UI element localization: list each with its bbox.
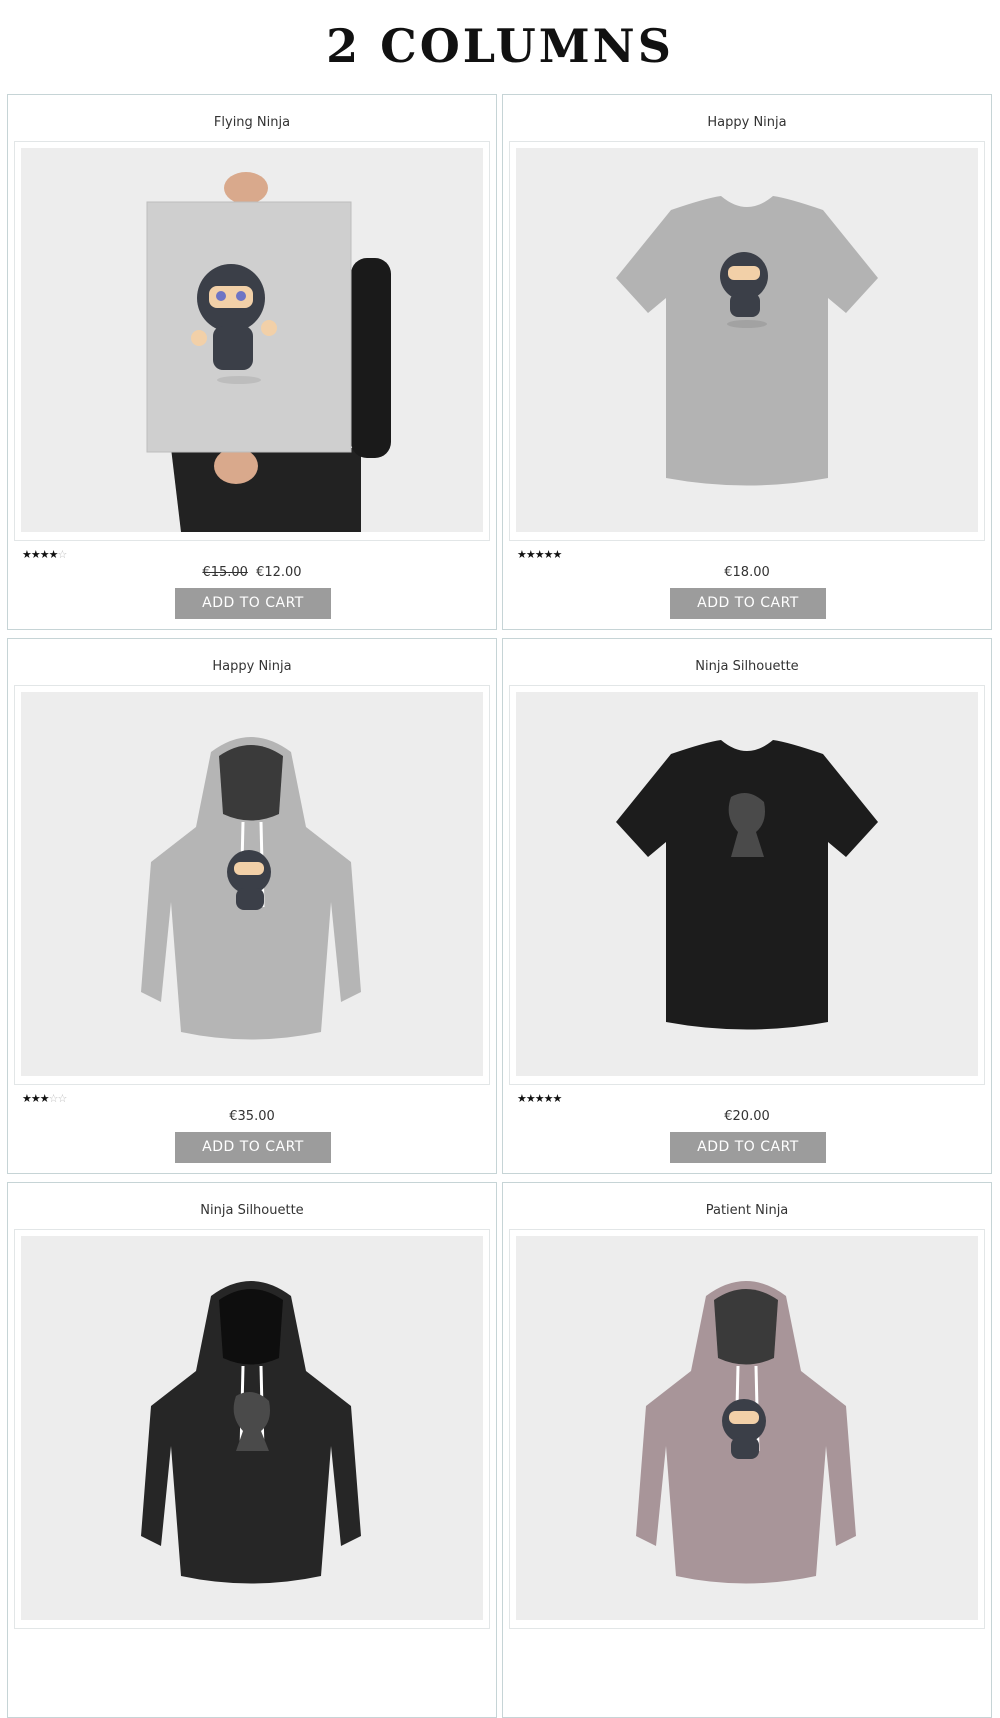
star-outline-icon: ☆: [57, 549, 68, 561]
star-icon: ★: [543, 549, 554, 561]
hoodie-image: [21, 692, 483, 1076]
product-title[interactable]: Happy Ninja: [503, 115, 991, 130]
star-icon: ★: [534, 549, 545, 561]
product-image[interactable]: [21, 1236, 483, 1620]
old-price: €15.00: [202, 565, 248, 580]
star-icon: ★: [30, 1093, 41, 1105]
star-icon: ★: [22, 549, 32, 561]
star-icon: ★: [552, 1093, 563, 1105]
product-card: Patient Ninja: [502, 1182, 992, 1718]
star-outline-icon: ☆: [48, 1093, 59, 1105]
product-image-frame[interactable]: [509, 1229, 985, 1629]
star-icon: ★: [534, 1093, 545, 1105]
product-price: €20.00: [503, 1109, 991, 1124]
product-card: Flying Ninja ★★★★☆ €15.00 €12.00 ADD TO …: [7, 94, 497, 630]
product-price: €18.00: [503, 565, 991, 580]
add-to-cart-button[interactable]: ADD TO CART: [175, 588, 331, 619]
hoodie-image: [21, 1236, 483, 1620]
hoodie-image: [516, 1236, 978, 1620]
product-image-frame[interactable]: [14, 1229, 490, 1629]
product-price: €35.00: [8, 1109, 496, 1124]
tshirt-image: [516, 148, 978, 532]
page-title: 2 COLUMNS: [326, 19, 674, 73]
current-price: €18.00: [724, 565, 770, 580]
star-icon: ★: [39, 1093, 50, 1105]
current-price: €20.00: [724, 1109, 770, 1124]
star-icon: ★: [48, 549, 59, 561]
add-to-cart-button[interactable]: ADD TO CART: [175, 1132, 331, 1163]
product-card: Ninja Silhouette: [7, 1182, 497, 1718]
tshirt-image: [516, 692, 978, 1076]
rating-stars: ★★★☆☆: [22, 1092, 68, 1106]
star-icon: ★: [30, 549, 41, 561]
rating-stars: ★★★★★: [517, 1092, 563, 1106]
star-icon: ★: [525, 1093, 536, 1105]
add-to-cart-button[interactable]: ADD TO CART: [670, 588, 826, 619]
star-icon: ★: [543, 1093, 554, 1105]
product-card: Ninja Silhouette ★★★★★ €20.00 ADD TO CAR…: [502, 638, 992, 1174]
star-icon: ★: [552, 549, 563, 561]
product-image-frame[interactable]: [509, 685, 985, 1085]
product-image[interactable]: [516, 148, 978, 532]
product-title[interactable]: Ninja Silhouette: [8, 1203, 496, 1218]
product-image-frame[interactable]: [14, 685, 490, 1085]
star-icon: ★: [517, 1093, 527, 1105]
add-to-cart-button[interactable]: ADD TO CART: [670, 1132, 826, 1163]
star-icon: ★: [525, 549, 536, 561]
rating-stars: ★★★★☆: [22, 548, 68, 562]
product-image[interactable]: [516, 1236, 978, 1620]
product-card: Happy Ninja ★★★☆☆ €35.00 ADD TO CART: [7, 638, 497, 1174]
product-title[interactable]: Happy Ninja: [8, 659, 496, 674]
product-image-frame[interactable]: [14, 141, 490, 541]
product-title[interactable]: Flying Ninja: [8, 115, 496, 130]
current-price: €35.00: [229, 1109, 275, 1124]
rating-stars: ★★★★★: [517, 548, 563, 562]
current-price: €12.00: [256, 565, 302, 580]
product-image-frame[interactable]: [509, 141, 985, 541]
product-card: Happy Ninja ★★★★★ €18.00 ADD TO CART: [502, 94, 992, 630]
star-icon: ★: [517, 549, 527, 561]
product-title[interactable]: Patient Ninja: [503, 1203, 991, 1218]
star-icon: ★: [39, 549, 50, 561]
product-price: €15.00 €12.00: [8, 565, 496, 580]
product-image[interactable]: [21, 692, 483, 1076]
product-title[interactable]: Ninja Silhouette: [503, 659, 991, 674]
product-image[interactable]: [516, 692, 978, 1076]
star-icon: ★: [22, 1093, 32, 1105]
product-image[interactable]: [21, 148, 483, 532]
poster-image: [21, 148, 483, 532]
star-outline-icon: ☆: [57, 1093, 68, 1105]
